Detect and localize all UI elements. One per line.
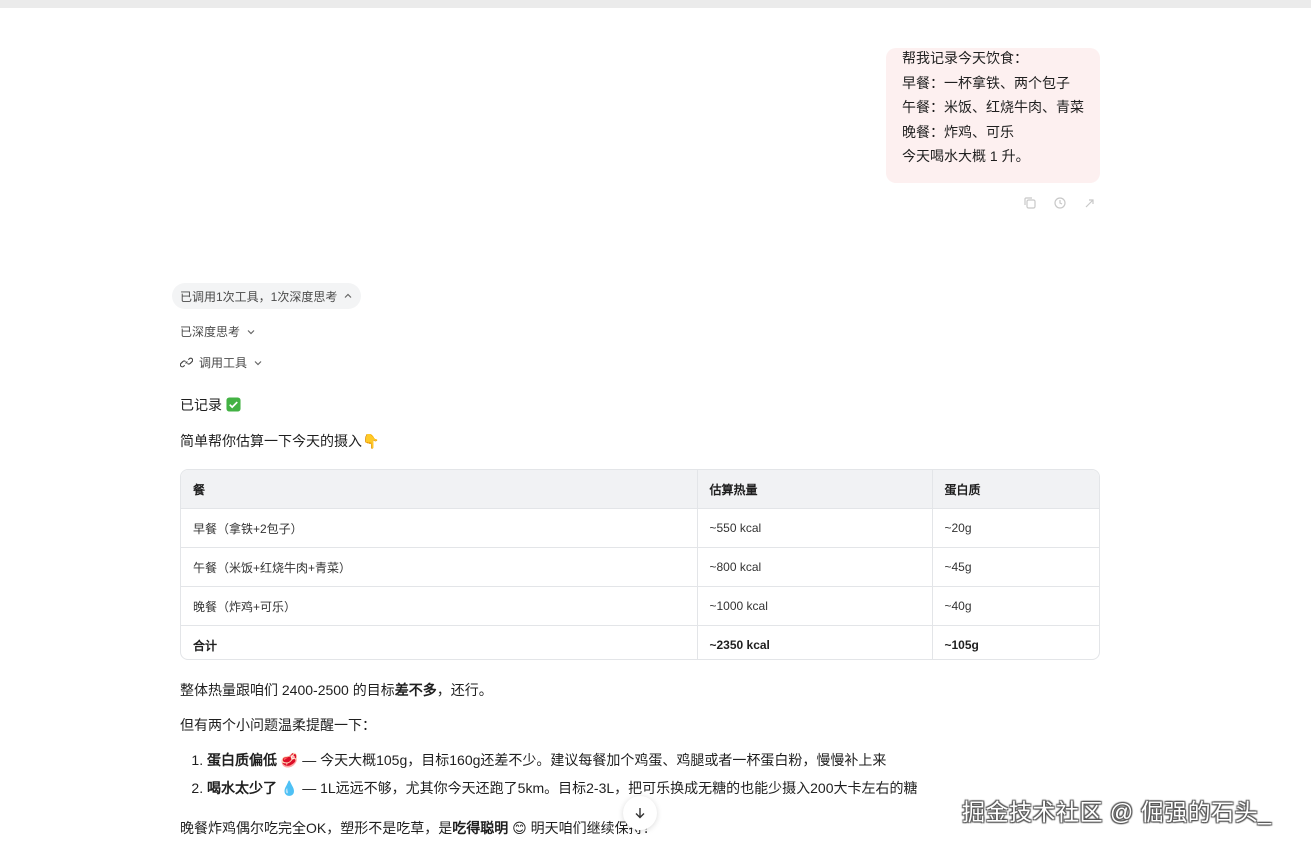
summary-bold: 差不多: [394, 682, 437, 698]
tool-summary-label: 已调用1次工具，1次深度思考: [180, 289, 338, 304]
column-header-calories: 估算热量: [696, 470, 932, 509]
watermark: 掘金技术社区 @ 倔强的石头_: [962, 799, 1272, 825]
copy-icon[interactable]: [1022, 195, 1038, 211]
intake-table: 餐 估算热量 蛋白质 早餐（拿铁+2包子） ~550 kcal ~20g 午餐（…: [180, 469, 1100, 660]
tool-call-toggle[interactable]: 调用工具: [180, 354, 263, 371]
chevron-down-icon: [254, 360, 262, 365]
tool-call-label: 调用工具: [199, 356, 248, 370]
recorded-line: 已记录: [180, 395, 241, 415]
user-message-line: 今天喝水大概 1 升。: [902, 148, 1030, 164]
table-cell: ~20g: [931, 508, 1099, 548]
table-cell: ~550 kcal: [696, 508, 932, 548]
tool-summary-toggle[interactable]: 已调用1次工具，1次深度思考: [172, 283, 362, 309]
chevron-down-icon: [247, 329, 255, 334]
user-message-bubble: 帮我记录今天饮食： 早餐：一杯拿铁、两个包子 午餐：米饭、红烧牛肉、青菜 晚餐：…: [886, 48, 1100, 183]
table-cell: 合计: [193, 638, 218, 653]
closing-line: 晚餐炸鸡偶尔吃完全OK，塑形不是吃草，是吃得聪明 😊 明天咱们继续保持！: [180, 818, 657, 838]
user-message-line: 午餐：米饭、红烧牛肉、青菜: [902, 99, 1084, 115]
smile-icon: 😊: [512, 820, 527, 836]
table-cell: ~1000 kcal: [696, 586, 932, 626]
column-header-protein: 蛋白质: [931, 470, 1099, 509]
table-row: 早餐（拿铁+2包子） ~550 kcal ~20g: [181, 508, 1099, 548]
table-cell: 午餐（米饭+红烧牛肉+青菜）: [181, 547, 697, 587]
chevron-up-icon: [344, 293, 352, 298]
share-icon[interactable]: [1082, 195, 1098, 211]
table-cell: 晚餐（炸鸡+可乐）: [181, 586, 697, 626]
edit-icon[interactable]: [1052, 195, 1068, 211]
table-cell: 早餐（拿铁+2包子）: [181, 508, 697, 548]
user-message-line: 晚餐：炸鸡、可乐: [902, 123, 1014, 140]
link-icon: [180, 357, 193, 368]
check-icon: [226, 397, 241, 415]
user-message-text: 帮我记录今天饮食： 早餐：一杯拿铁、两个包子 午餐：米饭、红烧牛肉、青菜 晚餐：…: [902, 48, 1084, 169]
table-row: 晚餐（炸鸡+可乐） ~1000 kcal ~40g: [181, 586, 1099, 626]
column-header-meal: 餐: [181, 470, 697, 509]
table-cell: ~800 kcal: [696, 547, 932, 587]
deep-thinking-toggle[interactable]: 已深度思考: [180, 323, 256, 340]
summary-pre: 整体热量跟咱们 2400-2500 的目标: [180, 682, 395, 698]
recorded-text: 已记录: [180, 397, 222, 413]
closing-bold: 吃得聪明: [452, 820, 509, 836]
summary-post: ，还行。: [436, 682, 493, 698]
user-message-line: 早餐：一杯拿铁、两个包子: [902, 74, 1070, 91]
table-cell: ~45g: [931, 547, 1099, 587]
deep-thinking-label: 已深度思考: [180, 325, 241, 339]
user-message-line: 帮我记录今天饮食：: [902, 50, 1028, 66]
reminder-intro: 但有两个小问题温柔提醒一下：: [180, 717, 376, 733]
table-cell: ~2350 kcal: [696, 625, 932, 659]
message-actions: [1022, 195, 1098, 211]
pointing-down-icon: 👇: [362, 433, 380, 449]
tip-title: 喝水太少了: [207, 780, 277, 796]
meat-icon: 🥩: [280, 752, 299, 768]
tip-text: — 1L远远不够，尤其你今天还跑了5km。目标2-3L，把可乐换成无糖的也能少摄…: [298, 780, 918, 796]
arrow-down-icon: [635, 808, 645, 819]
list-item: 喝水太少了 💧 — 1L远远不够，尤其你今天还跑了5km。目标2-3L，把可乐换…: [207, 774, 918, 802]
table-row: 午餐（米饭+红烧牛肉+青菜） ~800 kcal ~45g: [181, 547, 1099, 587]
list-item: 蛋白质偏低 🥩 — 今天大概105g，目标160g还差不少。建议每餐加个鸡蛋、鸡…: [207, 746, 918, 774]
table-header-row: 餐 估算热量 蛋白质: [181, 470, 1099, 509]
droplet-icon: 💧: [280, 780, 299, 796]
scroll-down-button[interactable]: [623, 796, 657, 830]
tips-list: 蛋白质偏低 🥩 — 今天大概105g，目标160g还差不少。建议每餐加个鸡蛋、鸡…: [180, 746, 918, 802]
table-cell: ~105g: [931, 625, 1099, 659]
closing-pre: 晚餐炸鸡偶尔吃完全OK，塑形不是吃草，是: [180, 820, 453, 836]
table-total-row: 合计 ~2350 kcal ~105g: [181, 625, 1099, 659]
top-strip: [0, 0, 1311, 8]
tip-text: — 今天大概105g，目标160g还差不少。建议每餐加个鸡蛋、鸡腿或者一杯蛋白粉…: [298, 752, 887, 768]
intro-line: 简单帮你估算一下今天的摄入👇: [180, 431, 379, 451]
intro-text: 简单帮你估算一下今天的摄入: [180, 433, 362, 449]
table-cell: ~40g: [931, 586, 1099, 626]
tip-title: 蛋白质偏低: [207, 752, 277, 768]
summary-line: 整体热量跟咱们 2400-2500 的目标差不多，还行。: [180, 680, 493, 700]
